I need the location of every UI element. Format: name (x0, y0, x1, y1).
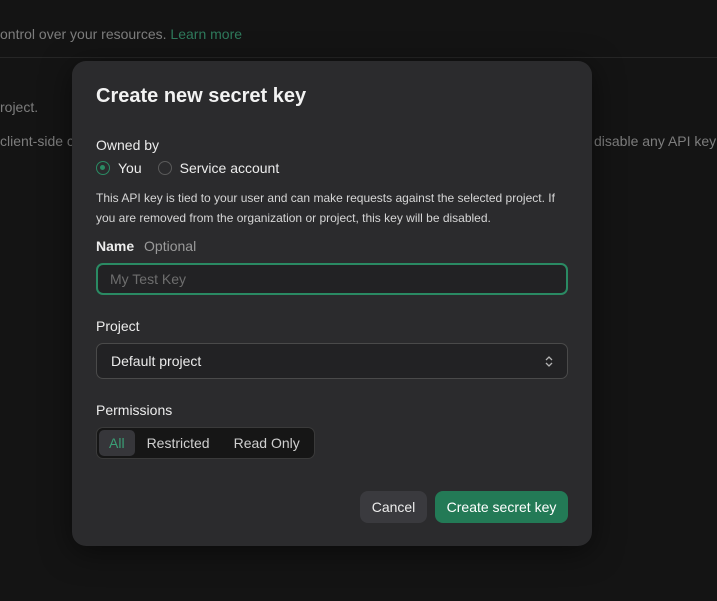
create-secret-key-button[interactable]: Create secret key (435, 491, 568, 523)
permission-option-all[interactable]: All (99, 430, 135, 456)
modal-title: Create new secret key (96, 85, 307, 107)
background-line3-right: disable any API key (594, 133, 717, 149)
owned-by-label: Owned by (96, 137, 160, 153)
background-line3-left: client-side c (0, 133, 74, 149)
permission-option-restricted[interactable]: Restricted (135, 430, 222, 456)
permissions-label: Permissions (96, 402, 173, 418)
project-select-value: Default project (111, 353, 202, 369)
permissions-segmented-control: All Restricted Read Only (96, 427, 315, 459)
owner-radio-group: You Service account (96, 160, 295, 176)
create-secret-key-modal: Create new secret key Owned by You Servi… (72, 61, 592, 546)
project-label: Project (96, 318, 140, 334)
name-label: Name (96, 238, 135, 254)
chevron-up-down-icon (545, 355, 553, 367)
owner-help-text: This API key is tied to your user and ca… (96, 191, 555, 225)
radio-checked-icon[interactable] (96, 161, 110, 175)
permission-option-read-only[interactable]: Read Only (222, 430, 312, 456)
owner-option-service-account[interactable]: Service account (157, 160, 280, 176)
background-divider (0, 57, 717, 58)
learn-more-link[interactable]: Learn more (170, 26, 242, 42)
owner-option-service-account-label: Service account (179, 160, 280, 176)
name-optional-label: Optional (144, 238, 197, 254)
background-line1-text: ontrol over your resources. (0, 26, 167, 42)
name-input[interactable] (96, 263, 568, 295)
radio-unchecked-icon[interactable] (157, 161, 172, 175)
cancel-button[interactable]: Cancel (360, 491, 427, 523)
project-select[interactable]: Default project (96, 343, 568, 379)
owner-option-you[interactable]: You (96, 160, 142, 176)
name-label-row: Name Optional (96, 238, 196, 254)
background-description: ontrol over your resources. Learn more (0, 26, 242, 42)
background-line2: roject. (0, 99, 39, 115)
owner-option-you-label: You (118, 160, 142, 176)
